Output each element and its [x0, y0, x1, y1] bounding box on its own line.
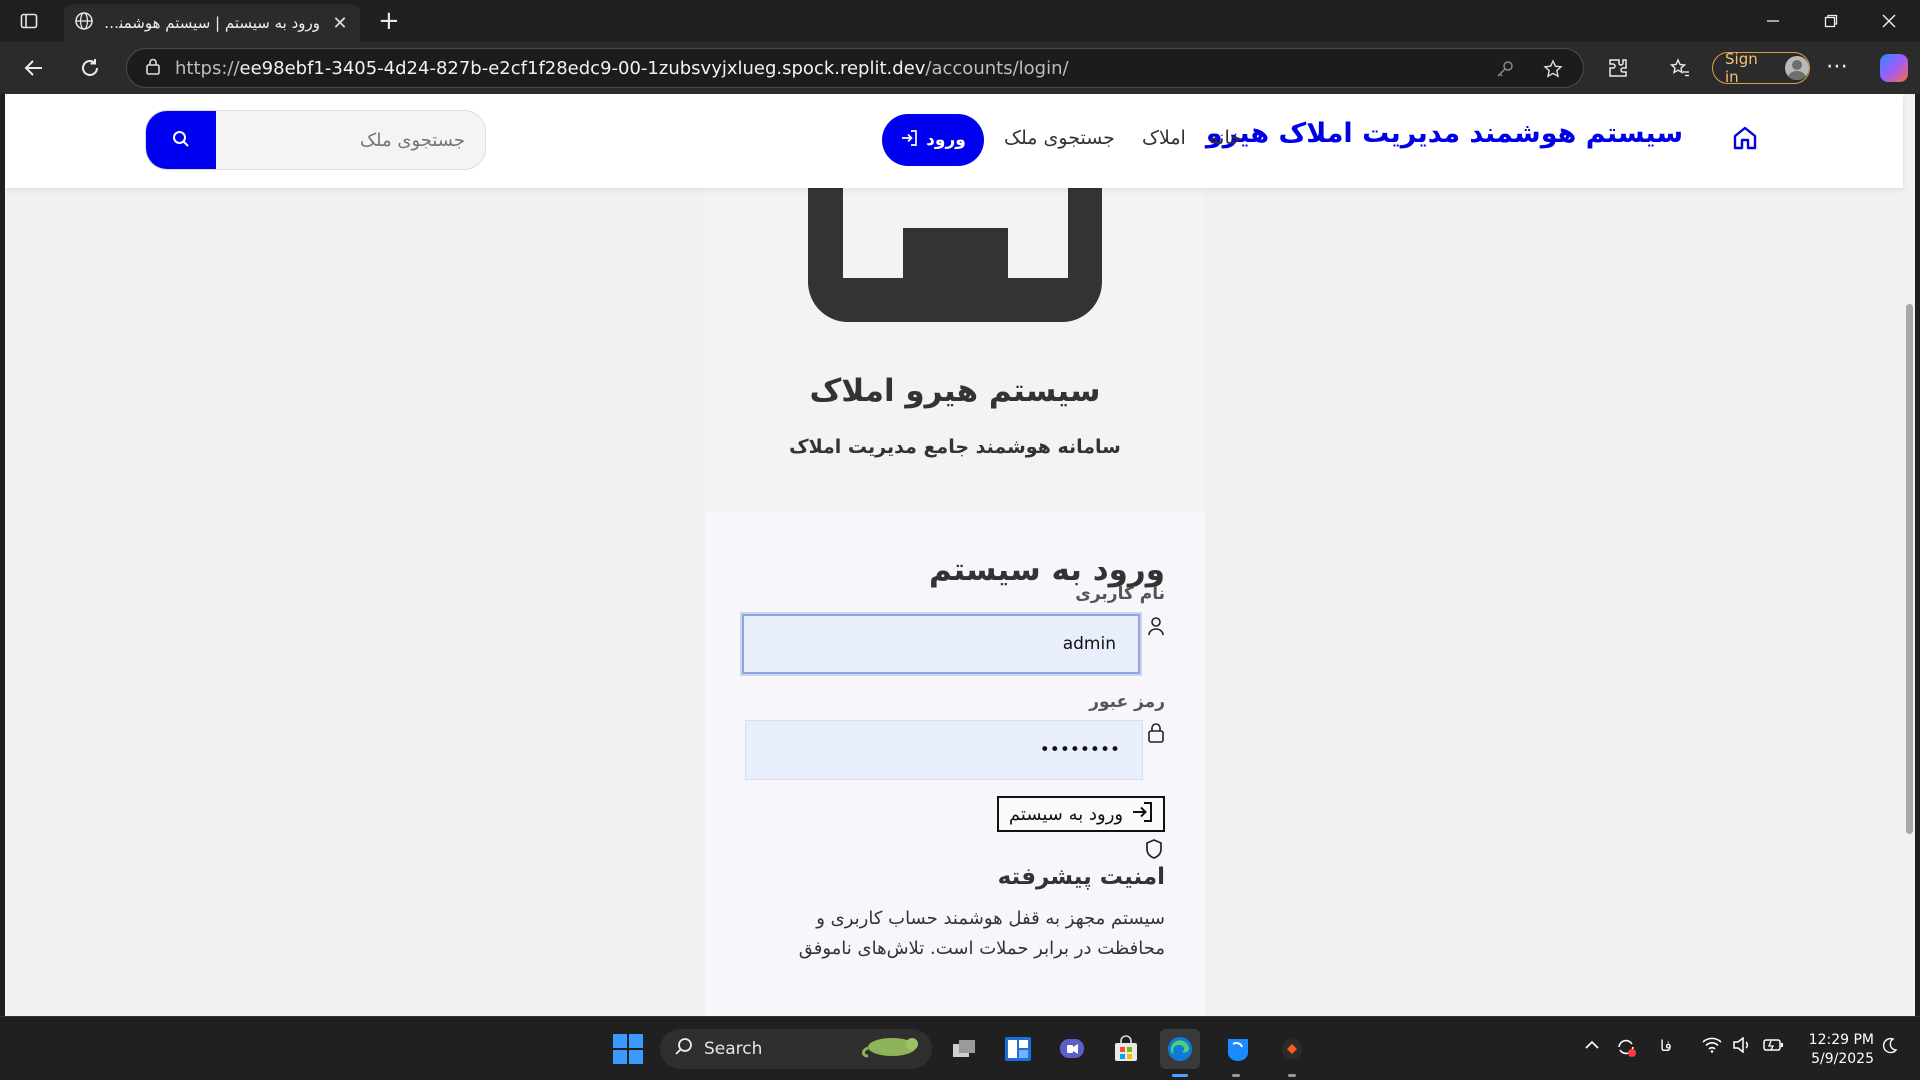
- close-window-icon[interactable]: [1860, 0, 1918, 42]
- volume-icon[interactable]: [1732, 1036, 1752, 1057]
- system-clock[interactable]: 12:29 PM 5/9/2025: [1796, 1031, 1874, 1069]
- app-icon[interactable]: [1272, 1029, 1312, 1069]
- wifi-icon[interactable]: [1702, 1037, 1722, 1057]
- profile-avatar-icon: [1785, 56, 1809, 80]
- password-field[interactable]: ••••••••: [745, 720, 1143, 780]
- submit-login-button[interactable]: ورود به سیستم: [997, 796, 1165, 832]
- extensions-icon[interactable]: [1600, 50, 1636, 86]
- more-options-icon[interactable]: ⋯: [1826, 54, 1849, 79]
- search-icon: [674, 1037, 694, 1062]
- lock-icon[interactable]: [145, 57, 161, 79]
- lock-icon: [1147, 722, 1165, 748]
- taskbar-search-label: Search: [704, 1039, 763, 1059]
- login-arrow-icon: [1131, 801, 1153, 828]
- favorites-icon[interactable]: [1662, 50, 1698, 86]
- clock-date: 5/9/2025: [1811, 1051, 1874, 1067]
- site-header: سیستم هوشمند مدیریت املاک هیرو خانه املا…: [5, 94, 1903, 188]
- new-tab-icon[interactable]: +: [378, 6, 400, 36]
- teams-icon[interactable]: [1052, 1029, 1092, 1069]
- search-icon: [172, 130, 190, 152]
- nav-link-home[interactable]: خانه: [1209, 127, 1242, 149]
- browser-tab-active[interactable]: ورود به سیستم | سیستم هوشمند مدیریت املا…: [64, 4, 360, 42]
- running-indicator: [1288, 1074, 1296, 1077]
- windows-taskbar: Search فا 12:29 PM 5/9/2025: [0, 1016, 1920, 1080]
- username-field[interactable]: admin: [742, 614, 1140, 674]
- header-login-button[interactable]: ورود: [882, 114, 984, 166]
- url-bar[interactable]: https://ee98ebf1-3405-4d24-827b-e2cf1f28…: [126, 48, 1584, 88]
- task-view-icon[interactable]: [944, 1029, 984, 1069]
- browser-tabbar: ورود به سیستم | سیستم هوشمند مدیریت املا…: [0, 0, 1920, 42]
- app-subtitle: سامانه هوشمند جامع مدیریت املاک: [789, 436, 1121, 458]
- nav-link-search-property[interactable]: جستجوی ملک: [1004, 127, 1115, 149]
- submit-login-label: ورود به سیستم: [1008, 803, 1124, 825]
- chevron-up-icon[interactable]: [1584, 1037, 1600, 1057]
- restore-icon[interactable]: [1802, 0, 1860, 42]
- sync-icon[interactable]: [1614, 1035, 1638, 1063]
- globe-icon: [74, 11, 94, 35]
- edge-running-indicator: [1172, 1074, 1188, 1077]
- language-indicator[interactable]: فا: [1660, 1037, 1672, 1055]
- sign-in-button[interactable]: Sign in: [1712, 50, 1810, 86]
- page-viewport: سیستم هوشمند مدیریت املاک هیرو خانه املا…: [5, 94, 1915, 1016]
- login-arrow-icon: [900, 129, 918, 152]
- app-title: سیستم هیرو املاک: [809, 373, 1101, 409]
- key-icon[interactable]: [1495, 59, 1515, 83]
- feature-text: سیستم مجهز به قفل هوشمند حساب کاربری و م…: [798, 908, 1165, 959]
- battery-icon[interactable]: [1762, 1037, 1784, 1057]
- firefox-icon[interactable]: [1218, 1029, 1258, 1069]
- tab-title: ورود به سیستم | سیستم هوشمند مدیریت املا…: [104, 14, 320, 32]
- password-label: رمز عبور: [1089, 692, 1165, 712]
- nav-link-properties[interactable]: املاک: [1142, 127, 1186, 149]
- clock-time: 12:29 PM: [1808, 1032, 1874, 1048]
- store-icon[interactable]: [1106, 1029, 1146, 1069]
- copilot-icon[interactable]: [1880, 54, 1908, 82]
- favorite-star-icon[interactable]: [1543, 59, 1563, 83]
- username-label: نام کاربری: [1075, 584, 1165, 604]
- scrollbar-thumb[interactable]: [1906, 304, 1913, 834]
- sign-in-label: Sign in: [1725, 50, 1758, 86]
- page-scrollbar[interactable]: [1903, 94, 1915, 1016]
- back-arrow-icon[interactable]: [16, 50, 52, 86]
- header-search: [145, 110, 486, 170]
- search-input[interactable]: [216, 111, 485, 169]
- chameleon-icon: [860, 1032, 926, 1067]
- home-icon[interactable]: [1731, 124, 1759, 156]
- start-icon[interactable]: [608, 1029, 648, 1069]
- card-branding: سیستم هیرو املاک سامانه هوشمند جامع مدیر…: [705, 94, 1205, 512]
- search-button[interactable]: [146, 111, 216, 169]
- user-icon: [1147, 616, 1165, 640]
- address-bar-row: https://ee98ebf1-3405-4d24-827b-e2cf1f28…: [0, 42, 1920, 94]
- tab-close-icon[interactable]: ✕: [330, 13, 350, 34]
- shield-icon: [1145, 838, 1163, 864]
- refresh-icon[interactable]: [72, 50, 108, 86]
- minimize-icon[interactable]: [1744, 0, 1802, 42]
- header-login-label: ورود: [926, 130, 966, 150]
- site-brand[interactable]: سیستم هوشمند مدیریت املاک هیرو: [1206, 118, 1683, 149]
- tab-actions-icon[interactable]: [0, 0, 58, 42]
- feature-title: امنیت پیشرفته: [997, 864, 1165, 890]
- taskbar-search[interactable]: Search: [660, 1029, 932, 1069]
- login-card: سیستم هیرو املاک سامانه هوشمند جامع مدیر…: [705, 94, 1205, 1016]
- widgets-icon[interactable]: [998, 1029, 1038, 1069]
- edge-icon[interactable]: [1160, 1029, 1200, 1069]
- url-text: https://ee98ebf1-3405-4d24-827b-e2cf1f28…: [175, 57, 1069, 79]
- running-indicator: [1232, 1074, 1240, 1077]
- notification-moon-icon[interactable]: [1882, 1037, 1898, 1059]
- form-title: ورود به سیستم: [929, 552, 1165, 588]
